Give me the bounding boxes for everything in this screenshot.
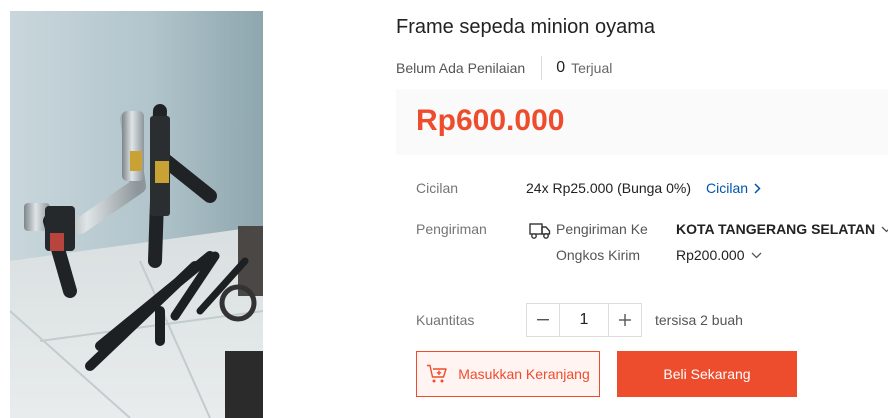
quantity-input[interactable]: 1	[559, 304, 609, 336]
chevron-down-icon	[881, 226, 888, 232]
shipping-cost-label: Ongkos Kirim	[556, 247, 641, 263]
quantity-stepper: 1	[526, 303, 642, 337]
plus-icon	[619, 314, 631, 326]
product-title: Frame sepeda minion oyama	[396, 16, 656, 38]
add-to-cart-label: Masukkan Keranjang	[458, 366, 590, 382]
chevron-down-icon	[751, 252, 761, 258]
installment-link[interactable]: Cicilan	[706, 180, 761, 196]
buy-now-label: Beli Sekarang	[663, 366, 751, 382]
bicycle-frame-photo	[10, 11, 263, 418]
shipping-destination: KOTA TANGERANG SELATAN	[676, 221, 876, 237]
quantity-label: Kuantitas	[416, 312, 475, 328]
shipping-cost-select[interactable]: Rp200.000	[676, 247, 762, 263]
price-box: Rp600.000	[396, 89, 888, 155]
sold-label: Terjual	[571, 60, 613, 76]
buy-now-button[interactable]: Beli Sekarang	[617, 351, 797, 397]
rating-sold-row: Belum Ada Penilaian 0 Terjual	[396, 56, 613, 80]
shipping-to-label: Pengiriman Ke	[556, 221, 648, 237]
minus-icon	[537, 319, 549, 321]
decrease-button[interactable]	[527, 304, 559, 336]
shipping-label: Pengiriman	[416, 221, 487, 237]
product-photo[interactable]	[10, 11, 263, 418]
chevron-right-icon	[754, 182, 761, 194]
shipping-destination-select[interactable]: KOTA TANGERANG SELATAN	[676, 221, 888, 237]
installment-label: Cicilan	[416, 180, 459, 196]
product-price: Rp600.000	[416, 104, 565, 137]
add-to-cart-button[interactable]: Masukkan Keranjang	[416, 351, 600, 397]
installment-detail: 24x Rp25.000 (Bunga 0%)	[526, 180, 691, 196]
sold-count: 0	[556, 59, 566, 76]
product-image-area	[0, 0, 360, 418]
increase-button[interactable]	[609, 304, 641, 336]
rating-status: Belum Ada Penilaian	[396, 60, 526, 76]
stock-remaining: tersisa 2 buah	[655, 312, 743, 328]
installment-link-label: Cicilan	[706, 180, 749, 196]
add-to-cart-icon	[427, 364, 447, 383]
shipping-cost: Rp200.000	[676, 247, 745, 263]
divider	[541, 56, 543, 80]
truck-icon	[529, 221, 551, 244]
